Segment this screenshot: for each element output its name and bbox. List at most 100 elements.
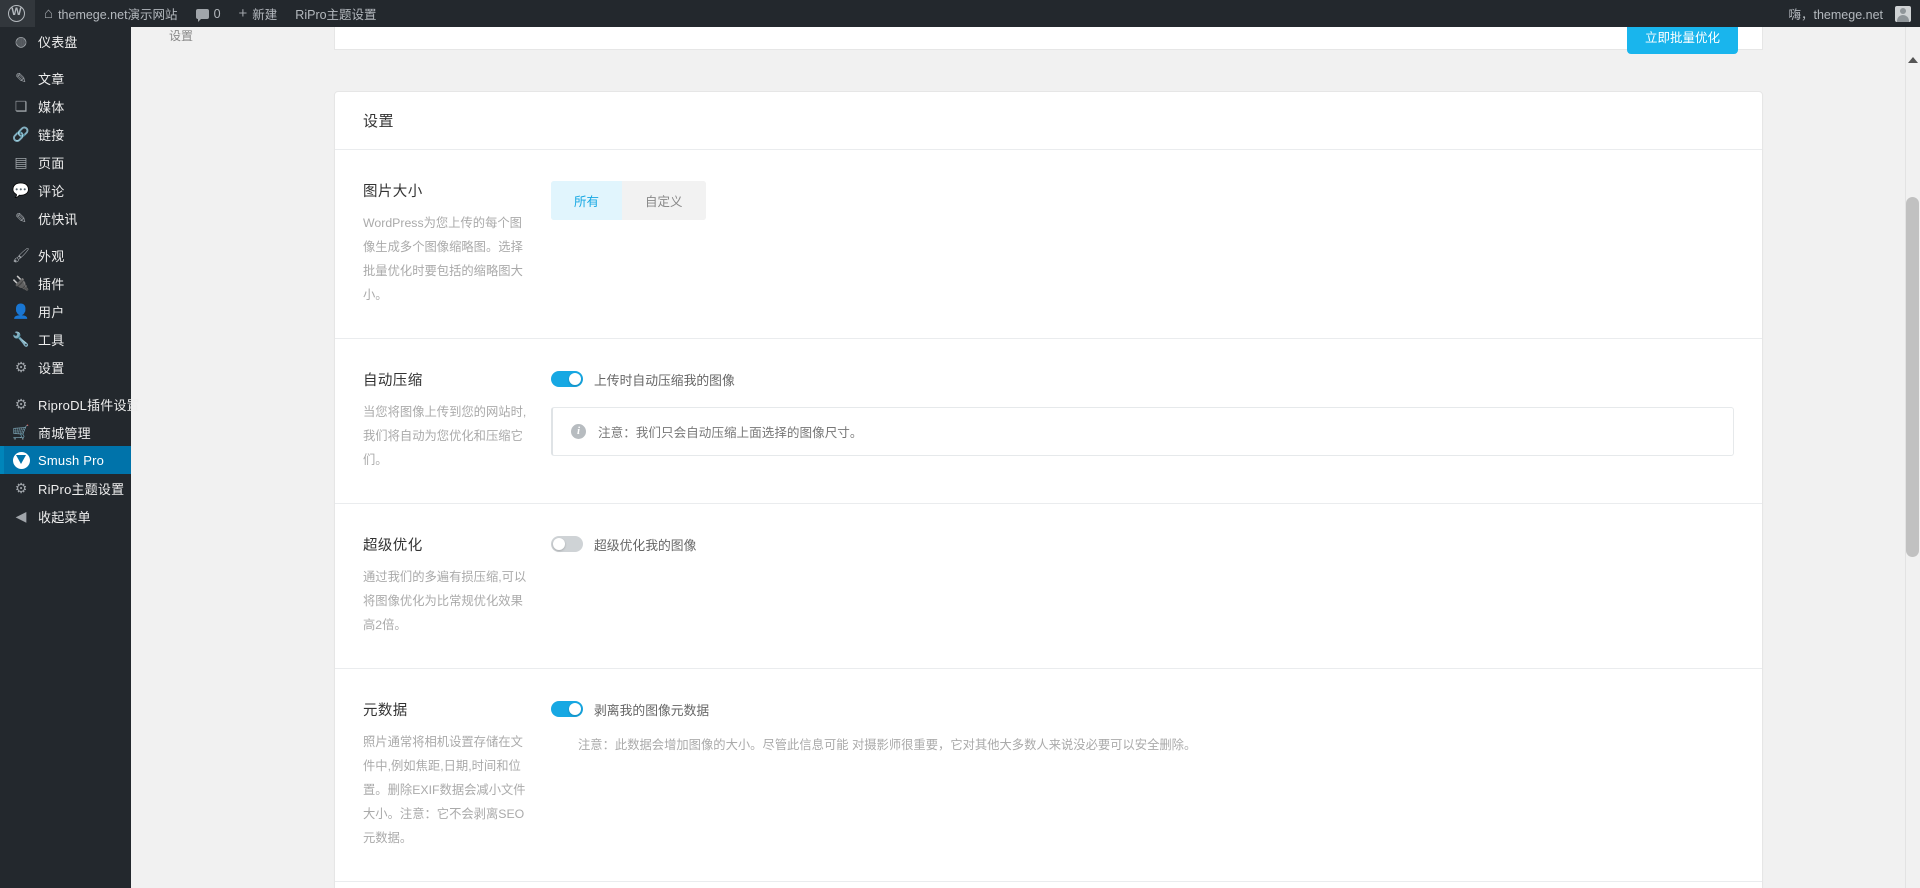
bulk-smush-now-button[interactable]: 立即批量优化 [1626,27,1738,54]
sidebar-item-label: Smush Pro [38,452,105,468]
appearance-icon: 🖌 [12,247,30,263]
setting-row-image-resize: 图像调整大小检测页面上不必要的大尺寸图像以减小其尺寸并减少加载时间。调整我的原尺… [335,882,1762,888]
setting-description: WordPress为您上传的每个图像生成多个图像缩略图。选择批量优化时要包括的缩… [363,216,523,302]
sidebar-item-11[interactable]: ⚙ 设置 [0,353,131,381]
toggle-metadata[interactable] [551,701,583,718]
setting-description: 当您将图像上传到您的网站时,我们将自动为您优化和压缩它们。 [363,404,527,467]
sidebar-item-13[interactable]: 🛒 商城管理 [0,418,131,446]
sidebar-item-1[interactable]: ✎ 文章 [0,64,131,92]
sidebar-item-7[interactable]: 🖌 外观 [0,241,131,269]
breadcrumb: 设置 [169,29,194,43]
setting-control-column: 上传时自动压缩我的图像 i 注意：我们只会自动压缩上面选择的图像尺寸。 [551,369,1734,473]
shop-cart-icon: 🛒 [12,424,30,440]
users-icon: 👤 [12,303,30,319]
setting-description: 照片通常将相机设置存储在文件中,例如焦距,日期,时间和位置。删除EXIF数据会减… [363,734,526,845]
sidebar-item-15[interactable]: ⚙ RiPro主题设置 [0,474,131,502]
setting-row-metadata: 元数据照片通常将相机设置存储在文件中,例如焦距,日期,时间和位置。删除EXIF数… [335,669,1762,882]
sidebar-item-label: 页面 [38,155,65,171]
toggle-knob [569,703,581,716]
sidebar-item-label: 链接 [38,127,65,143]
toggle-super-smush[interactable] [551,536,583,553]
sidebar-item-10[interactable]: 🔧 工具 [0,325,131,353]
toggle-knob [569,373,581,386]
comments-menu[interactable]: 0 [187,0,230,27]
comments-count: 0 [213,6,221,21]
sidebar-item-14[interactable]: Smush Pro [0,446,131,474]
sidebar-item-4[interactable]: ▤ 页面 [0,148,131,176]
setting-row-super-smush: 超级优化通过我们的多遍有损压缩,可以将图像优化为比常规优化效果高2倍。 超级优化我… [335,504,1762,669]
smush-shield-glyph [12,451,30,469]
howdy-label: 嗨，themege.net [1788,8,1884,22]
smush-shield-icon [11,451,31,469]
setting-title: 图片大小 [363,184,423,200]
setting-note: 注意：此数据会增加图像的大小。尽管此信息可能 对摄影师很重要，它对其他大多数人来… [578,737,1197,752]
sidebar-item-label: 文章 [38,71,65,87]
setting-row-auto-compress: 自动压缩 当您将图像上传到您的网站时,我们将自动为您优化和压缩它们。 上传时自动压缩… [335,339,1762,504]
sidebar-item-16[interactable]: ◀ 收起菜单 [0,502,131,530]
home-icon: ⌂ [44,5,54,22]
toggle-label: 上传时自动压缩我的图像 [594,372,735,388]
sidebar-separator [0,381,131,390]
sidebar-item-3[interactable]: 🔗 链接 [0,120,131,148]
sidebar-item-12[interactable]: ⚙ RiproDL插件设置 [0,390,140,418]
setting-control-column: 超级优化我的图像 [551,534,1734,638]
new-content-label: 新建 [252,8,278,22]
top-summary-strip: 立即批量优化 设置 [131,27,1920,68]
toggle-auto-compress[interactable] [551,371,583,388]
sidebar-item-9[interactable]: 👤 用户 [0,297,131,325]
notice-box: i 注意：我们只会自动压缩上面选择的图像尺寸。 [551,406,1734,456]
sidebar-item-label: 商城管理 [38,425,91,441]
setting-control-column: 所有 自定义 [551,180,1734,308]
setting-title: 自动压缩 [363,372,423,389]
media-icon: ❏ [14,98,28,114]
admin-bar: ⌂ themege.net演示网站 0 + 新建 RiPro主题设置 嗨，the… [0,0,1920,27]
wordpress-logo-button[interactable] [0,0,35,27]
sidebar-item-label: RiPro主题设置 [38,481,125,497]
scrollbar-thumb[interactable] [1906,197,1919,557]
sidebar-item-label: 外观 [38,248,65,264]
sidebar-item-8[interactable]: 🔌 插件 [0,269,131,297]
site-name-label: themege.net演示网站 [58,8,178,22]
avatar-icon [1895,5,1911,22]
setting-title: 超级优化 [363,537,423,554]
scroll-up-arrow-icon[interactable] [1908,57,1918,63]
setting-title: 元数据 [363,702,408,719]
sidebar-item-label: 用户 [38,304,65,320]
sidebar-item-label: 工具 [38,332,65,348]
gear-icon: ⚙ [14,396,28,412]
pin-icon: ✎ [15,70,27,86]
theme-settings-label: RiPro主题设置 [295,8,377,22]
toggle-label: 剥离我的图像元数据 [594,702,710,718]
segment-option-0[interactable]: 所有 [551,181,623,220]
pin-icon: ✎ [15,210,27,226]
sidebar-item-6[interactable]: ✎ 优快讯 [0,204,131,232]
setting-description: 通过我们的多遍有损压缩,可以将图像优化为比常规优化效果高2倍。 [363,569,527,632]
sidebar-item-0[interactable]: ◍ 仪表盘 [0,27,131,55]
settings-card: 设置 图片大小 WordPress为您上传的每个图像生成多个图像缩略图。选择批量优… [334,91,1763,888]
account-menu[interactable]: 嗨，themege.net [1780,0,1920,27]
comment-icon: 💬 [12,182,30,198]
top-summary-card: 立即批量优化 [334,27,1763,54]
setting-control-column: 剥离我的图像元数据注意：此数据会增加图像的大小。尽管此信息可能 对摄影师很重要，… [551,699,1734,851]
page-scrollbar[interactable] [1905,27,1920,888]
toggle-line: 上传时自动压缩我的图像 [551,370,1734,389]
sidebar-separator [0,232,131,241]
sidebar-item-5[interactable]: 💬 评论 [0,176,131,204]
page-title: 设置 [363,113,395,130]
site-name-menu[interactable]: ⌂ themege.net演示网站 [35,0,187,27]
admin-sidebar-menu: ◍ 仪表盘 ✎ 文章 ❏ 媒体 🔗 链接 ▤ 页面 💬 评论 ✎ 优快讯 🖌 外观 🔌 插件 👤 用户 🔧 工具 ⚙ 设置 ⚙ R… [0,27,140,888]
setting-label-column: 图片大小 WordPress为您上传的每个图像生成多个图像缩略图。选择批量优化时要… [363,180,551,308]
plugins-icon: 🔌 [12,275,30,291]
segment-option-1[interactable]: 自定义 [622,181,706,220]
image-size-segmented-control: 所有 自定义 [551,181,706,220]
new-content-menu[interactable]: + 新建 [230,0,287,27]
sidebar-separator [0,55,131,64]
toggle-line: 剥离我的图像元数据 [551,700,1734,719]
sidebar-item-label: 收起菜单 [38,509,91,525]
sidebar-item-label: RiproDL插件设置 [38,397,140,413]
theme-settings-menu[interactable]: RiPro主题设置 [286,0,385,27]
link-icon: 🔗 [12,126,30,142]
plus-icon: + [238,5,248,22]
sidebar-item-label: 媒体 [38,99,65,115]
sidebar-item-2[interactable]: ❏ 媒体 [0,92,131,120]
